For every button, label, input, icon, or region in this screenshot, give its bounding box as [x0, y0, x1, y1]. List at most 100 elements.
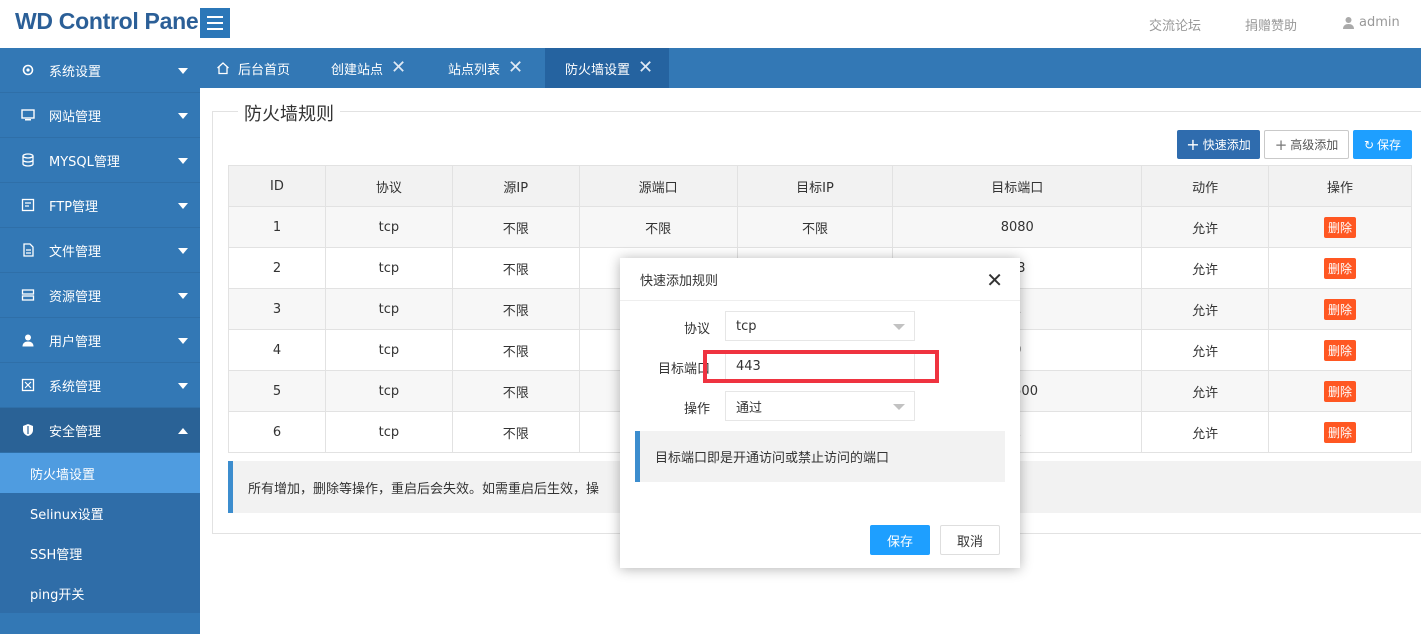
cell-operation: 删除 [1269, 412, 1412, 453]
sidebar: 系统设置 网站管理 MYSQL管理 FTP管理 文件管理 资源管理 用户管理 系… [0, 48, 200, 634]
col-header-action: 动作 [1142, 166, 1269, 207]
col-header-id: ID [229, 166, 326, 207]
sidebar-item-label: 网站管理 [49, 106, 101, 125]
col-header-target-ip: 目标IP [737, 166, 893, 207]
tab-label: 创建站点 [331, 59, 383, 78]
cell-action: 允许 [1142, 412, 1269, 453]
action-select[interactable]: 通过 [725, 391, 915, 421]
tab-label: 后台首页 [238, 59, 290, 78]
forum-link[interactable]: 交流论坛 [1149, 15, 1201, 34]
sidebar-item-system[interactable]: 系统管理 [0, 363, 200, 408]
cell-protocol: tcp [325, 371, 452, 412]
shield-icon [20, 423, 35, 438]
delete-button[interactable]: 删除 [1324, 258, 1356, 279]
quick-add-button[interactable]: +快速添加 [1177, 130, 1260, 159]
chevron-down-icon [178, 203, 188, 209]
donate-link[interactable]: 捐赠赞助 [1245, 15, 1297, 34]
chevron-down-icon [178, 383, 188, 389]
cell-source-ip: 不限 [452, 412, 579, 453]
cell-id: 4 [229, 330, 326, 371]
sidebar-item-label: 系统管理 [49, 376, 101, 395]
dialog-tip: 目标端口即是开通访问或禁止访问的端口 [635, 431, 1005, 482]
server-icon [20, 288, 35, 303]
quick-add-label: 快速添加 [1203, 136, 1251, 153]
tab-firewall[interactable]: 防火墙设置 ✕ [545, 48, 669, 88]
user-menu[interactable]: admin [1342, 15, 1400, 30]
sidebar-item-security[interactable]: 安全管理 [0, 408, 200, 453]
chevron-down-icon [178, 68, 188, 74]
security-submenu: 防火墙设置 Selinux设置 SSH管理 ping开关 [0, 453, 200, 613]
submenu-ping[interactable]: ping开关 [0, 573, 200, 613]
submenu-selinux[interactable]: Selinux设置 [0, 493, 200, 533]
cell-protocol: tcp [325, 207, 452, 248]
chevron-down-icon [893, 324, 905, 330]
delete-button[interactable]: 删除 [1324, 381, 1356, 402]
cell-id: 5 [229, 371, 326, 412]
tab-site-list[interactable]: 站点列表 ✕ [448, 48, 523, 88]
menu-toggle-button[interactable] [200, 8, 230, 38]
action-value: 通过 [736, 397, 762, 416]
delete-button[interactable]: 删除 [1324, 422, 1356, 443]
tab-home[interactable]: 后台首页 [216, 48, 290, 88]
chevron-down-icon [178, 248, 188, 254]
save-label: 保存 [1377, 136, 1401, 153]
close-icon[interactable]: ✕ [638, 59, 653, 77]
sidebar-item-resources[interactable]: 资源管理 [0, 273, 200, 318]
delete-button[interactable]: 删除 [1324, 299, 1356, 320]
cell-protocol: tcp [325, 412, 452, 453]
plus-icon: + [1275, 136, 1288, 154]
cell-source-ip: 不限 [452, 371, 579, 412]
username: admin [1359, 15, 1400, 30]
dialog-save-button[interactable]: 保存 [870, 525, 930, 555]
quick-add-rule-dialog: 快速添加规则 ✕ 协议 tcp 目标端口 443 操作 通过 目标端口即是开通访… [620, 258, 1020, 568]
cell-source-ip: 不限 [452, 289, 579, 330]
delete-button[interactable]: 删除 [1324, 340, 1356, 361]
cell-operation: 删除 [1269, 371, 1412, 412]
sidebar-item-label: 安全管理 [49, 421, 101, 440]
tab-label: 防火墙设置 [565, 59, 630, 78]
close-icon[interactable]: ✕ [391, 59, 406, 77]
cell-action: 允许 [1142, 371, 1269, 412]
submenu-ssh[interactable]: SSH管理 [0, 533, 200, 573]
plus-icon: + [1186, 135, 1199, 154]
close-icon[interactable]: ✕ [508, 59, 523, 77]
sidebar-item-ftp[interactable]: FTP管理 [0, 183, 200, 228]
cell-protocol: tcp [325, 289, 452, 330]
submenu-firewall[interactable]: 防火墙设置 [0, 453, 200, 493]
refresh-icon: ↻ [1364, 138, 1374, 152]
sidebar-item-label: FTP管理 [49, 196, 98, 215]
sidebar-item-system-settings[interactable]: 系统设置 [0, 48, 200, 93]
sidebar-item-website[interactable]: 网站管理 [0, 93, 200, 138]
dialog-cancel-button[interactable]: 取消 [940, 525, 1000, 555]
tab-create-site[interactable]: 创建站点 ✕ [331, 48, 406, 88]
protocol-label: 协议 [684, 318, 710, 337]
close-icon[interactable]: ✕ [986, 270, 1003, 290]
cell-id: 2 [229, 248, 326, 289]
cell-source-ip: 不限 [452, 330, 579, 371]
chevron-down-icon [178, 338, 188, 344]
table-row: 1 tcp 不限 不限 不限 8080 允许 删除 [229, 207, 1412, 248]
sidebar-item-users[interactable]: 用户管理 [0, 318, 200, 363]
cell-source-port: 不限 [579, 207, 737, 248]
col-header-source-ip: 源IP [452, 166, 579, 207]
sidebar-item-mysql[interactable]: MYSQL管理 [0, 138, 200, 183]
app-logo[interactable]: WD Control Panel [15, 8, 204, 35]
user-icon [1342, 16, 1355, 29]
save-button[interactable]: ↻保存 [1353, 130, 1412, 159]
cell-id: 6 [229, 412, 326, 453]
monitor-icon [20, 108, 35, 123]
advanced-add-button[interactable]: +高级添加 [1264, 130, 1349, 159]
cell-action: 允许 [1142, 248, 1269, 289]
delete-button[interactable]: 删除 [1324, 217, 1356, 238]
chevron-down-icon [178, 158, 188, 164]
sidebar-item-label: MYSQL管理 [49, 151, 120, 170]
database-icon [20, 153, 35, 168]
cell-target-port: 8080 [893, 207, 1142, 248]
protocol-select[interactable]: tcp [725, 311, 915, 341]
cell-operation: 删除 [1269, 330, 1412, 371]
cell-source-ip: 不限 [452, 207, 579, 248]
sidebar-item-label: 用户管理 [49, 331, 101, 350]
chevron-down-icon [893, 404, 905, 410]
sidebar-item-files[interactable]: 文件管理 [0, 228, 200, 273]
file-icon [20, 243, 35, 258]
